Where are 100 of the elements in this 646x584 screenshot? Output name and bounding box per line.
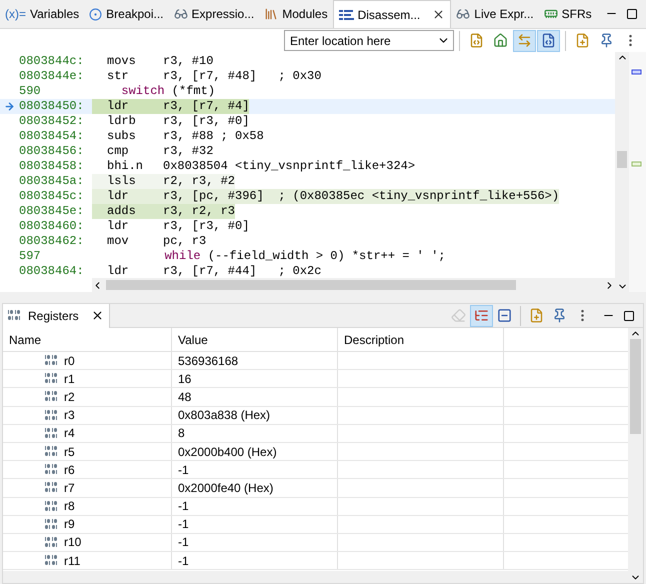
tab-label: SFRs bbox=[562, 6, 592, 23]
horizontal-scrollbar[interactable] bbox=[92, 278, 615, 292]
arrows-icon bbox=[517, 33, 532, 48]
source-line-number: 590 bbox=[19, 84, 42, 99]
address: 0803844e: bbox=[19, 69, 85, 84]
address: 08038462: bbox=[19, 234, 85, 249]
maximize-icon[interactable] bbox=[626, 8, 638, 20]
instruction: cmp r3, #32 bbox=[106, 144, 214, 159]
instruction: ldr r3, [pc, #396] ; (0x80385ec <tiny_vsnprintf_like+556>) bbox=[92, 189, 560, 204]
toolbar-button[interactable] bbox=[537, 30, 560, 52]
variables-icon: (x)= bbox=[5, 5, 26, 23]
source-file-icon bbox=[541, 33, 556, 48]
source-code: while (--field_width > 0) *str++ = ' '; bbox=[164, 249, 446, 264]
tab-label: Registers bbox=[28, 308, 79, 324]
address: 08038450: bbox=[19, 99, 85, 114]
column-header[interactable]: Description bbox=[338, 328, 504, 351]
instruction: lsls r2, r3, #2 bbox=[92, 174, 236, 189]
eraser-icon bbox=[451, 308, 466, 323]
address: 08038452: bbox=[19, 114, 85, 129]
view-tab[interactable]: Modules bbox=[259, 0, 333, 28]
tab-label: Variables bbox=[30, 6, 80, 23]
register-name: r1 bbox=[64, 370, 75, 388]
instruction: ldr r3, [r7, #4] bbox=[92, 99, 250, 114]
new-view-icon bbox=[529, 308, 544, 323]
memory-chip-icon bbox=[544, 7, 558, 21]
register-name: r6 bbox=[64, 462, 75, 479]
scroll-thumb[interactable] bbox=[617, 151, 627, 168]
instruction: bhi.n 0x8038504 <tiny_vsnprintf_like+324> bbox=[106, 159, 416, 174]
tree-layout-icon bbox=[474, 308, 489, 323]
view-tab[interactable]: (x)= Variables bbox=[0, 0, 84, 28]
register-value: -1 bbox=[178, 462, 189, 479]
register-value: 8 bbox=[178, 425, 185, 442]
register-name: r10 bbox=[64, 534, 82, 552]
register-value: 0x2000fe40 (Hex) bbox=[178, 480, 274, 497]
register-name: r2 bbox=[64, 388, 75, 406]
glasses-icon bbox=[456, 7, 470, 21]
register-name: r0 bbox=[64, 352, 75, 370]
tab-label: Breakpoi... bbox=[106, 6, 164, 23]
file-sync-icon bbox=[469, 33, 484, 48]
register-value: 536936168 bbox=[178, 352, 238, 370]
close-icon[interactable] bbox=[90, 309, 104, 322]
address: 0803845e: bbox=[19, 204, 85, 219]
register-name: r3 bbox=[64, 407, 75, 424]
instruction: ldr r3, [r3, #0] bbox=[106, 219, 250, 234]
register-value: 48 bbox=[178, 388, 192, 406]
scroll-thumb[interactable] bbox=[106, 280, 516, 290]
register-value: -1 bbox=[178, 534, 189, 552]
tab-label: Live Expr... bbox=[474, 6, 534, 23]
column-header[interactable]: Name bbox=[3, 328, 172, 351]
view-tab[interactable]: SFRs bbox=[538, 0, 597, 28]
address: 08038456: bbox=[19, 144, 85, 159]
instruction: movs r3, #10 bbox=[106, 54, 214, 69]
close-icon[interactable] bbox=[432, 8, 446, 21]
instruction: mov pc, r3 bbox=[106, 234, 206, 249]
vertical-scrollbar[interactable] bbox=[628, 328, 643, 583]
register-name: r7 bbox=[64, 480, 75, 497]
source-line-number: 597 bbox=[19, 249, 42, 264]
register-value: 16 bbox=[178, 370, 192, 388]
vertical-scrollbar[interactable] bbox=[615, 52, 629, 292]
glasses-icon bbox=[174, 7, 188, 21]
view-tab[interactable]: Registers bbox=[3, 304, 110, 328]
maximize-icon[interactable] bbox=[623, 310, 635, 322]
address: 0803844c: bbox=[19, 54, 85, 69]
view-tab[interactable]: Live Expr... bbox=[451, 0, 539, 28]
breakpoint-icon bbox=[89, 8, 102, 20]
collapse-icon bbox=[497, 308, 512, 323]
tab-label: Disassem... bbox=[358, 6, 420, 24]
tab-label: Modules bbox=[282, 6, 328, 23]
instruction: ldrb r3, [r3, #0] bbox=[106, 114, 250, 129]
instruction: str r3, [r7, #48] ; 0x30 bbox=[106, 69, 322, 84]
view-tab[interactable]: Breakpoi... bbox=[84, 0, 169, 28]
register-value: 0x803a838 (Hex) bbox=[178, 407, 270, 424]
source-code: switch (*fmt) bbox=[120, 84, 216, 99]
instruction: ldr r3, [r7, #44] ; 0x2c bbox=[106, 264, 322, 278]
register-value: -1 bbox=[178, 516, 189, 534]
view-tab[interactable]: Disassem... bbox=[332, 0, 452, 28]
address: 0803845a: bbox=[19, 174, 85, 189]
register-value: 0x2000b400 (Hex) bbox=[178, 444, 277, 461]
books-icon bbox=[264, 7, 278, 21]
register-name: r4 bbox=[64, 425, 75, 442]
new-view-icon bbox=[575, 33, 590, 48]
register-value: -1 bbox=[178, 552, 189, 570]
register-name: r8 bbox=[64, 498, 75, 516]
view-tab[interactable]: Expressio... bbox=[168, 0, 260, 28]
scroll-thumb[interactable] bbox=[630, 339, 641, 434]
column-header[interactable]: Value bbox=[172, 328, 338, 351]
register-name: r5 bbox=[64, 444, 75, 461]
register-name: r11 bbox=[64, 552, 80, 570]
instruction: subs r3, #88 ; 0x58 bbox=[106, 129, 264, 144]
address: 08038458: bbox=[19, 159, 85, 174]
toolbar-button[interactable] bbox=[513, 30, 536, 52]
location-field[interactable]: Enter location here bbox=[284, 30, 454, 51]
register-name: r9 bbox=[64, 516, 75, 534]
home-icon bbox=[493, 33, 508, 48]
code-lines-icon bbox=[338, 10, 354, 20]
register-value: -1 bbox=[178, 498, 189, 516]
instruction: adds r3, r2, r3 bbox=[92, 204, 236, 219]
toolbar-button[interactable] bbox=[470, 304, 493, 326]
address: 08038460: bbox=[19, 219, 85, 234]
horizontal-scrollbar[interactable] bbox=[3, 571, 628, 583]
